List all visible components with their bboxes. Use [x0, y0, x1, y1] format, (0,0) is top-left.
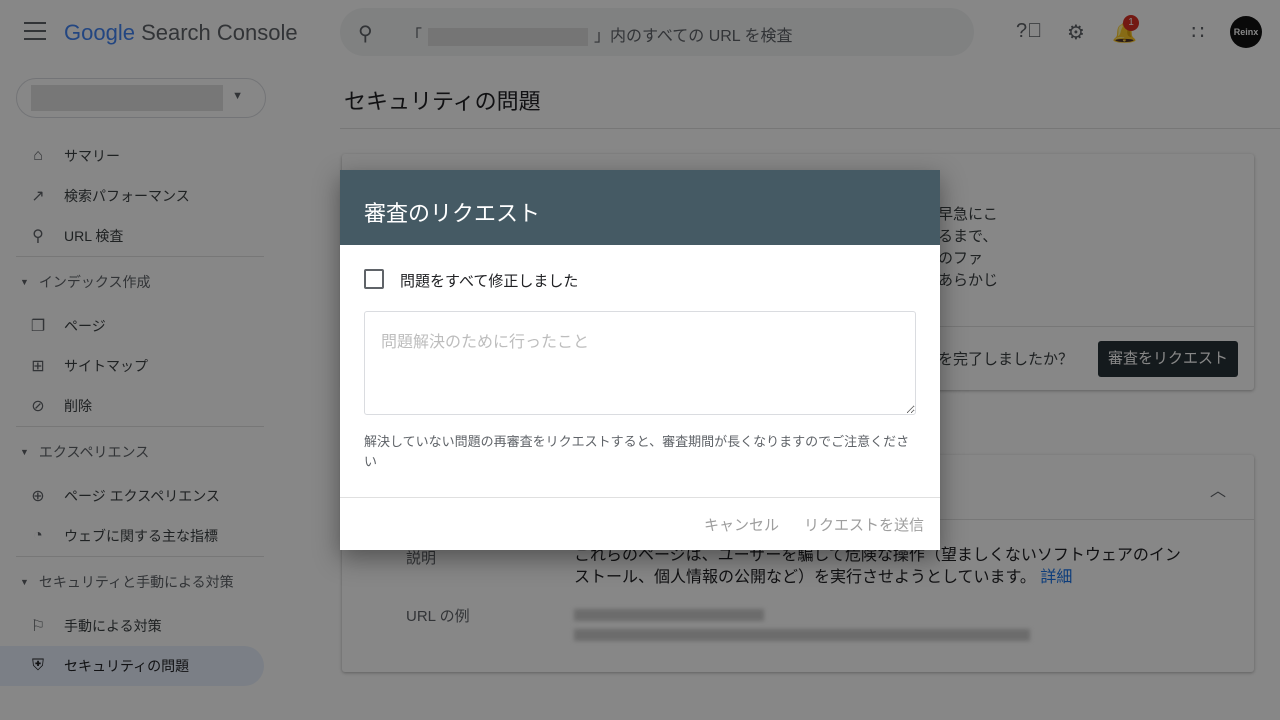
dialog-title: 審査のリクエスト [340, 170, 940, 245]
cancel-button[interactable]: キャンセル [704, 514, 779, 535]
warning-note: 解決していない問題の再審査をリクエストすると、審査期間が長くなりますのでご注意く… [364, 434, 910, 469]
request-review-dialog: 審査のリクエスト 問題をすべて修正しました 解決していない問題の再審査をリクエス… [340, 170, 940, 550]
fix-description-textarea[interactable] [364, 311, 916, 415]
checkbox-label[interactable]: 問題をすべて修正しました [400, 270, 578, 291]
submit-request-button[interactable]: リクエストを送信 [804, 514, 924, 535]
fixed-all-checkbox[interactable] [364, 269, 384, 289]
divider [340, 497, 940, 498]
